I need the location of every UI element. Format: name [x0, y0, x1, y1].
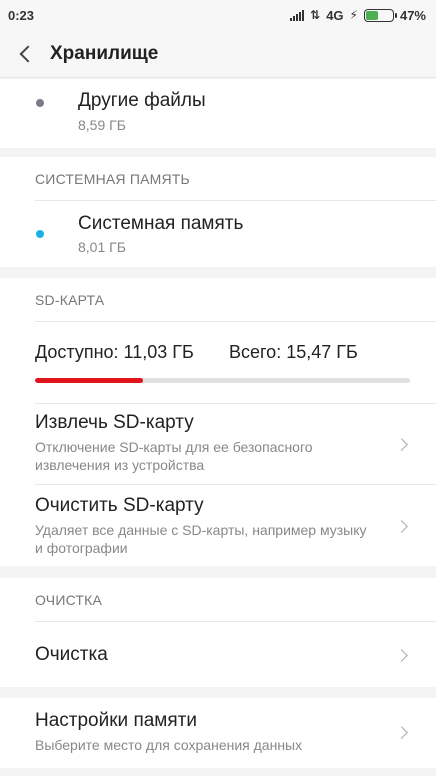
cleanup-section-title: ОЧИСТКА: [35, 592, 103, 608]
network-type: 4G: [326, 7, 344, 23]
divider: [35, 484, 436, 485]
memory-settings-card: Настройки памяти Выберите место для сохр…: [0, 698, 436, 768]
system-memory-section-title: СИСТЕМНАЯ ПАМЯТЬ: [35, 171, 190, 187]
system-memory-card: СИСТЕМНАЯ ПАМЯТЬ Системная память 8,01 Г…: [0, 157, 436, 267]
battery-percent: 47%: [399, 7, 426, 23]
battery-icon: [363, 8, 397, 22]
memory-settings-item[interactable]: Настройки памяти Выберите место для сохр…: [0, 710, 436, 754]
other-files-name: Другие файлы: [78, 90, 206, 111]
back-arrow-icon[interactable]: [0, 30, 50, 78]
storage-screen: 0:23 ⇅ 4G ⚡ 47% Хранилище Другие файлы 8…: [0, 0, 436, 776]
system-memory-dot-icon: [36, 230, 44, 238]
divider: [35, 403, 436, 404]
sd-card-usage-bar: [35, 378, 410, 383]
sd-card-card: SD-КАРТА Доступно: 11,03 ГБ Всего: 15,47…: [0, 278, 436, 566]
divider: [35, 621, 436, 622]
page-title: Хранилище: [50, 42, 159, 64]
system-memory-name: Системная память: [78, 213, 244, 234]
other-files-card: Другие файлы 8,59 ГБ: [0, 79, 436, 148]
system-memory-size: 8,01 ГБ: [78, 239, 126, 255]
status-time: 0:23: [8, 7, 35, 23]
status-icons: ⇅ 4G ⚡ 47%: [290, 8, 426, 23]
sd-card-usage: Доступно: 11,03 ГБ Всего: 15,47 ГБ: [0, 322, 436, 402]
battery-level-fill: [365, 10, 379, 20]
other-files-dot-icon: [36, 99, 44, 107]
data-arrows-icon: ⇅: [310, 8, 321, 22]
cleanup-item-title: Очистка: [35, 644, 108, 665]
cleanup-item[interactable]: Очистка: [0, 644, 436, 666]
eject-sd-card-subtitle: Отключение SD-карты для ее безопасного и…: [35, 439, 313, 473]
charging-icon: ⚡: [349, 8, 358, 22]
system-memory-item[interactable]: Системная память 8,01 ГБ: [0, 201, 436, 267]
sd-card-available: Доступно: 11,03 ГБ: [35, 342, 194, 362]
memory-settings-subtitle: Выберите место для сохранения данных: [35, 737, 303, 753]
format-sd-card-subtitle: Удаляет все данные с SD-карты, например …: [35, 522, 367, 556]
format-sd-card-item[interactable]: Очистить SD-карту Удаляет все данные с S…: [0, 495, 436, 557]
eject-sd-card-title: Извлечь SD-карту: [35, 412, 194, 433]
cleanup-card: ОЧИСТКА Очистка: [0, 578, 436, 687]
other-files-size: 8,59 ГБ: [78, 117, 126, 133]
signal-icon: [290, 9, 305, 21]
memory-settings-title: Настройки памяти: [35, 710, 197, 731]
other-files-item[interactable]: Другие файлы 8,59 ГБ: [0, 79, 436, 149]
sd-card-section-title: SD-КАРТА: [35, 292, 105, 308]
sd-card-total: Всего: 15,47 ГБ: [229, 342, 358, 362]
eject-sd-card-item[interactable]: Извлечь SD-карту Отключение SD-карты для…: [0, 412, 436, 474]
status-bar: 0:23 ⇅ 4G ⚡ 47%: [0, 0, 436, 30]
action-bar: Хранилище: [0, 30, 436, 78]
sd-card-usage-bar-fill: [35, 378, 143, 383]
format-sd-card-title: Очистить SD-карту: [35, 495, 204, 516]
